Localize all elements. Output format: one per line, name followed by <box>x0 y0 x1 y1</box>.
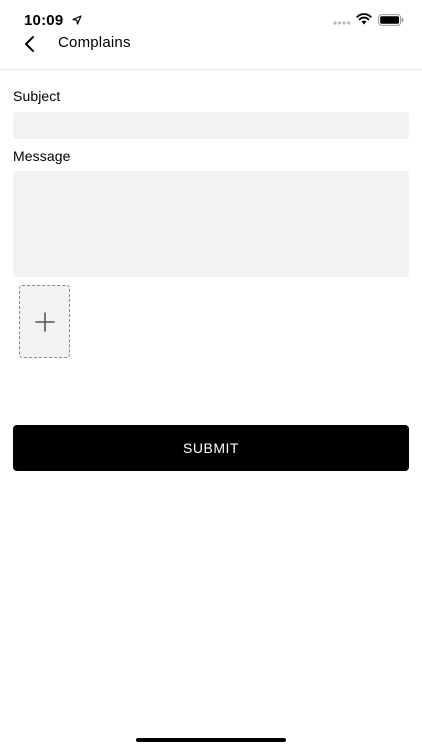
cell-signal-icon <box>333 21 351 25</box>
location-arrow-icon <box>72 15 82 25</box>
page-title: Complains <box>58 34 131 51</box>
wifi-icon <box>356 13 372 25</box>
plus-icon <box>35 312 55 332</box>
add-attachment-button[interactable] <box>19 285 70 358</box>
message-textarea[interactable] <box>13 171 409 277</box>
subject-input[interactable] <box>13 112 409 139</box>
status-time: 10:09 <box>24 12 64 29</box>
complains-screen: 10:09 Complains Subject Message SUBMIT <box>0 0 422 750</box>
battery-icon <box>378 14 404 26</box>
subject-label: Subject <box>13 88 61 104</box>
submit-button[interactable]: SUBMIT <box>13 425 409 471</box>
chevron-left-icon[interactable] <box>18 32 42 56</box>
nav-bar: Complains <box>0 30 422 70</box>
home-indicator <box>136 738 286 742</box>
status-bar: 10:09 <box>0 0 422 34</box>
message-label: Message <box>13 148 71 164</box>
